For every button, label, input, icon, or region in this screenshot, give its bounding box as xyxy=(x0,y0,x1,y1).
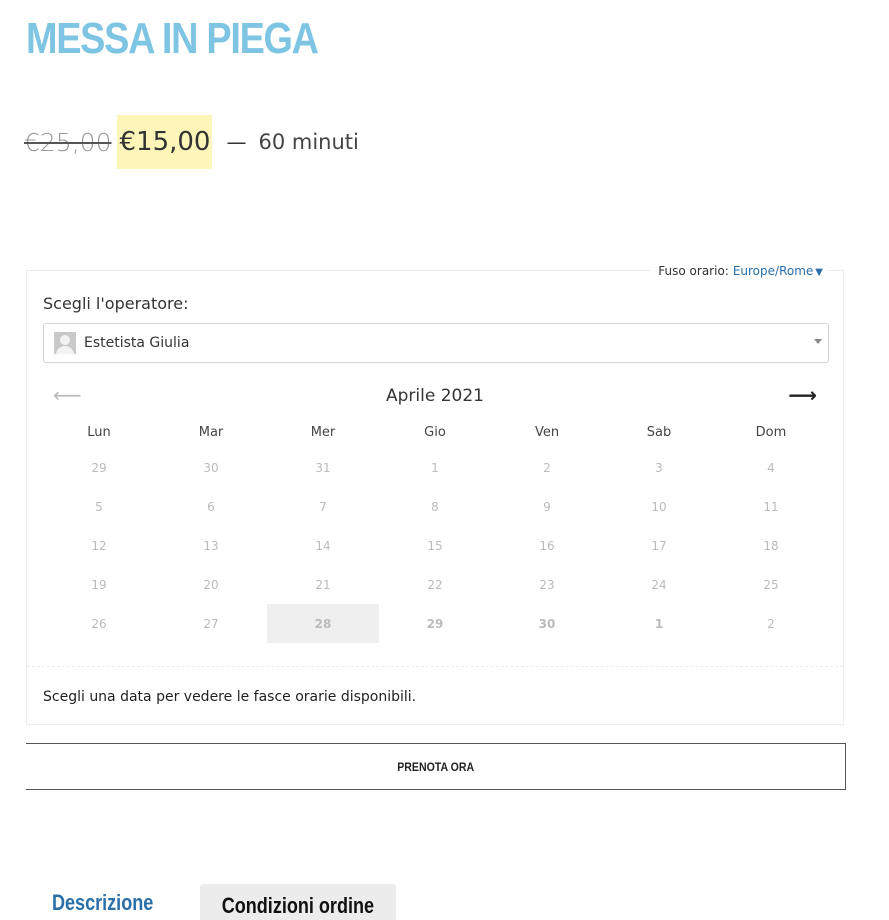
calendar-day: 12 xyxy=(91,538,107,553)
calendar-day-today: 27 xyxy=(203,616,219,631)
chevron-down-icon[interactable] xyxy=(814,339,822,344)
calendar-day: 15 xyxy=(427,538,443,553)
calendar-day: 5 xyxy=(95,499,103,514)
calendar-day: 23 xyxy=(539,577,555,592)
calendar-day: 31 xyxy=(315,460,331,475)
calendar-day: 22 xyxy=(427,577,443,592)
book-now-label: PRENOTA ORA xyxy=(397,759,474,774)
calendar-day: 17 xyxy=(651,538,667,553)
timezone-label: Fuso orario: xyxy=(658,264,729,278)
timezone-value[interactable]: Europe/Rome xyxy=(733,264,813,278)
weekday-header: Sab xyxy=(646,424,672,440)
weekday-header: Mer xyxy=(310,424,336,440)
price-row: €25,00 €15,00 — 60 minuti xyxy=(24,115,359,169)
calendar-day: 14 xyxy=(315,538,331,553)
calendar-day: 13 xyxy=(203,538,219,553)
calendar-day: 20 xyxy=(203,577,219,592)
calendar-day: 1 xyxy=(431,460,439,475)
weekday-row: Lun Mar Mer Gio Ven Sab Dom xyxy=(43,416,827,448)
book-now-button[interactable]: PRENOTA ORA xyxy=(26,743,846,790)
calendar-day: 2 xyxy=(767,616,775,631)
caret-down-icon[interactable]: ▼ xyxy=(815,267,823,278)
tab-description[interactable]: Descrizione xyxy=(52,890,153,916)
calendar-day: 29 xyxy=(91,460,107,475)
tab-conditions-label: Condizioni ordine xyxy=(221,893,375,918)
tab-conditions[interactable]: Condizioni ordine xyxy=(200,884,396,920)
operator-label: Scegli l'operatore: xyxy=(43,294,189,313)
timeslot-hint: Scegli una data per vedere le fasce orar… xyxy=(43,689,417,705)
calendar-week: 19 20 21 22 23 24 25 xyxy=(43,565,827,604)
calendar-week: 29 30 31 1 2 3 4 xyxy=(43,448,827,487)
calendar-day: 11 xyxy=(763,499,779,514)
calendar-day: 3 xyxy=(655,460,663,475)
calendar-day: 26 xyxy=(91,616,107,631)
calendar-day: 18 xyxy=(763,538,779,553)
calendar-day: 25 xyxy=(763,577,779,592)
calendar-day-available[interactable]: 29 xyxy=(379,604,491,643)
operator-selected-value: Estetista Giulia xyxy=(84,335,190,351)
avatar-icon xyxy=(54,332,76,354)
calendar-day-selected[interactable]: 28 xyxy=(267,604,379,643)
calendar-day: 6 xyxy=(207,499,215,514)
old-price: €25,00 xyxy=(24,127,112,157)
calendar-day: 16 xyxy=(539,538,555,553)
calendar-day: 24 xyxy=(651,577,667,592)
calendar-day: 8 xyxy=(431,499,439,514)
calendar-week: 26 27 28 29 30 1 2 xyxy=(43,604,827,643)
weekday-header: Gio xyxy=(424,424,446,440)
timezone-selector[interactable]: Fuso orario: Europe/Rome ▼ xyxy=(650,264,827,278)
calendar-day-available[interactable]: 30 xyxy=(491,604,603,643)
calendar-month: Aprile 2021 xyxy=(386,386,484,406)
calendar-day: 10 xyxy=(651,499,667,514)
operator-select[interactable]: Estetista Giulia xyxy=(43,323,829,363)
calendar-day: 21 xyxy=(315,577,331,592)
divider xyxy=(27,666,843,667)
weekday-header: Mar xyxy=(198,424,224,440)
calendar-day-available[interactable]: 1 xyxy=(603,604,715,643)
product-title: MESSA IN PIEGA xyxy=(26,14,319,63)
weekday-header: Dom xyxy=(755,424,787,440)
calendar-day: 30 xyxy=(203,460,219,475)
next-month-arrow-icon[interactable]: ⟶ xyxy=(788,383,817,407)
booking-form: Fuso orario: Europe/Rome ▼ Scegli l'operat… xyxy=(26,264,844,725)
calendar-day: 7 xyxy=(319,499,327,514)
calendar-grid: Lun Mar Mer Gio Ven Sab Dom 29 30 31 1 2… xyxy=(43,416,827,643)
calendar-day: 19 xyxy=(91,577,107,592)
duration: 60 minuti xyxy=(258,130,359,154)
calendar-week: 12 13 14 15 16 17 18 xyxy=(43,526,827,565)
sale-price: €15,00 xyxy=(117,115,213,169)
weekday-header: Lun xyxy=(87,424,111,440)
calendar-header: ⟵ Aprile 2021 ⟶ xyxy=(27,383,843,413)
weekday-header: Ven xyxy=(534,424,560,440)
calendar-day: 2 xyxy=(543,460,551,475)
calendar-week: 5 6 7 8 9 10 11 xyxy=(43,487,827,526)
calendar-day: 4 xyxy=(767,460,775,475)
calendar-day: 9 xyxy=(543,499,551,514)
price-separator: — xyxy=(226,130,247,154)
